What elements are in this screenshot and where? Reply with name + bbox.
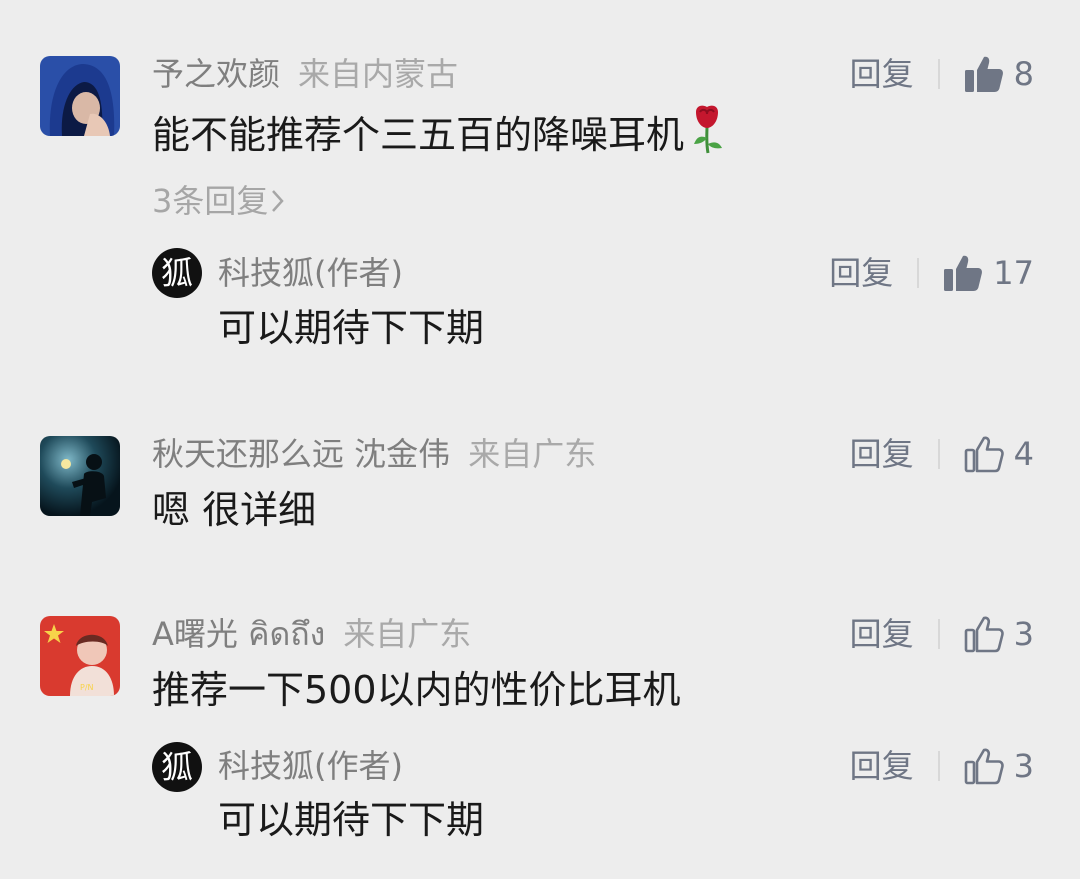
thumbs-up-outline-icon (964, 435, 1004, 473)
rose-emoji-icon (690, 104, 724, 165)
reply-button[interactable]: 回复 (850, 50, 914, 98)
like-button[interactable]: 17 (943, 249, 1034, 297)
comment-text: 嗯 很详细 (152, 488, 317, 532)
reply-author-line: 科技狐(作者) (218, 253, 403, 293)
comment-actions: 回复 8 (850, 50, 1034, 98)
chevron-right-icon (268, 182, 286, 220)
reply-author-line: 科技狐(作者) (218, 746, 403, 786)
like-button[interactable]: 4 (964, 430, 1034, 478)
comment-text: 推荐一下500以内的性价比耳机 (152, 668, 681, 712)
thumbs-up-outline-icon (964, 747, 1004, 785)
author-name[interactable]: 科技狐(作者) (218, 747, 403, 785)
reply-button[interactable]: 回复 (850, 610, 914, 658)
username[interactable]: 予之欢颜 (152, 55, 280, 93)
like-button[interactable]: 3 (964, 742, 1034, 790)
comment-user-line: A曙光 คิดถึง 来自广东 (152, 614, 471, 654)
comment-user-line: 秋天还那么远 沈金伟 来自广东 (152, 434, 596, 474)
reply-actions: 回复 17 (829, 249, 1034, 297)
comment-actions: 回复 4 (850, 430, 1034, 478)
reply-actions: 回复 3 (850, 742, 1034, 790)
thumbs-up-outline-icon (964, 615, 1004, 653)
like-button[interactable]: 3 (964, 610, 1034, 658)
divider (917, 258, 920, 288)
user-avatar[interactable] (40, 56, 120, 136)
divider (937, 751, 940, 781)
author-avatar[interactable]: 狐 (152, 742, 202, 792)
location: 来自广东 (343, 615, 472, 653)
like-count: 8 (1013, 55, 1034, 93)
location: 来自内蒙古 (298, 55, 459, 93)
comment-body: 能不能推荐个三五百的降噪耳机 (152, 113, 685, 157)
like-button[interactable]: 8 (964, 50, 1034, 98)
more-replies-link[interactable]: 3条回复 (152, 181, 286, 221)
divider (937, 619, 940, 649)
like-count: 17 (993, 254, 1034, 292)
user-avatar[interactable] (40, 436, 120, 516)
comment-actions: 回复 3 (850, 610, 1034, 658)
comment-text: 能不能推荐个三五百的降噪耳机 (152, 104, 724, 165)
divider (937, 59, 940, 89)
like-count: 3 (1013, 615, 1034, 653)
like-count: 3 (1013, 747, 1034, 785)
reply-text: 可以期待下下期 (218, 306, 485, 350)
thumbs-up-filled-icon (964, 55, 1004, 93)
reply-button[interactable]: 回复 (850, 742, 914, 790)
user-avatar[interactable]: P/N (40, 616, 120, 696)
username[interactable]: 秋天还那么远 沈金伟 (152, 435, 450, 473)
author-avatar[interactable]: 狐 (152, 248, 202, 298)
reply-button[interactable]: 回复 (850, 430, 914, 478)
more-replies-label: 3条回复 (152, 182, 269, 220)
divider (937, 439, 940, 469)
like-count: 4 (1013, 435, 1034, 473)
reply-text: 可以期待下下期 (218, 798, 485, 842)
reply-button[interactable]: 回复 (829, 249, 893, 297)
author-name[interactable]: 科技狐(作者) (218, 254, 403, 292)
comment-user-line: 予之欢颜 来自内蒙古 (152, 54, 458, 94)
svg-text:P/N: P/N (80, 683, 94, 692)
username[interactable]: A曙光 คิดถึง (152, 615, 325, 653)
comment-feed: 予之欢颜 来自内蒙古 回复 8 能不能推荐个三五百的降噪耳机 3条回复 狐 科技… (0, 0, 1080, 879)
location: 来自广东 (468, 435, 597, 473)
thumbs-up-filled-icon (943, 254, 983, 292)
